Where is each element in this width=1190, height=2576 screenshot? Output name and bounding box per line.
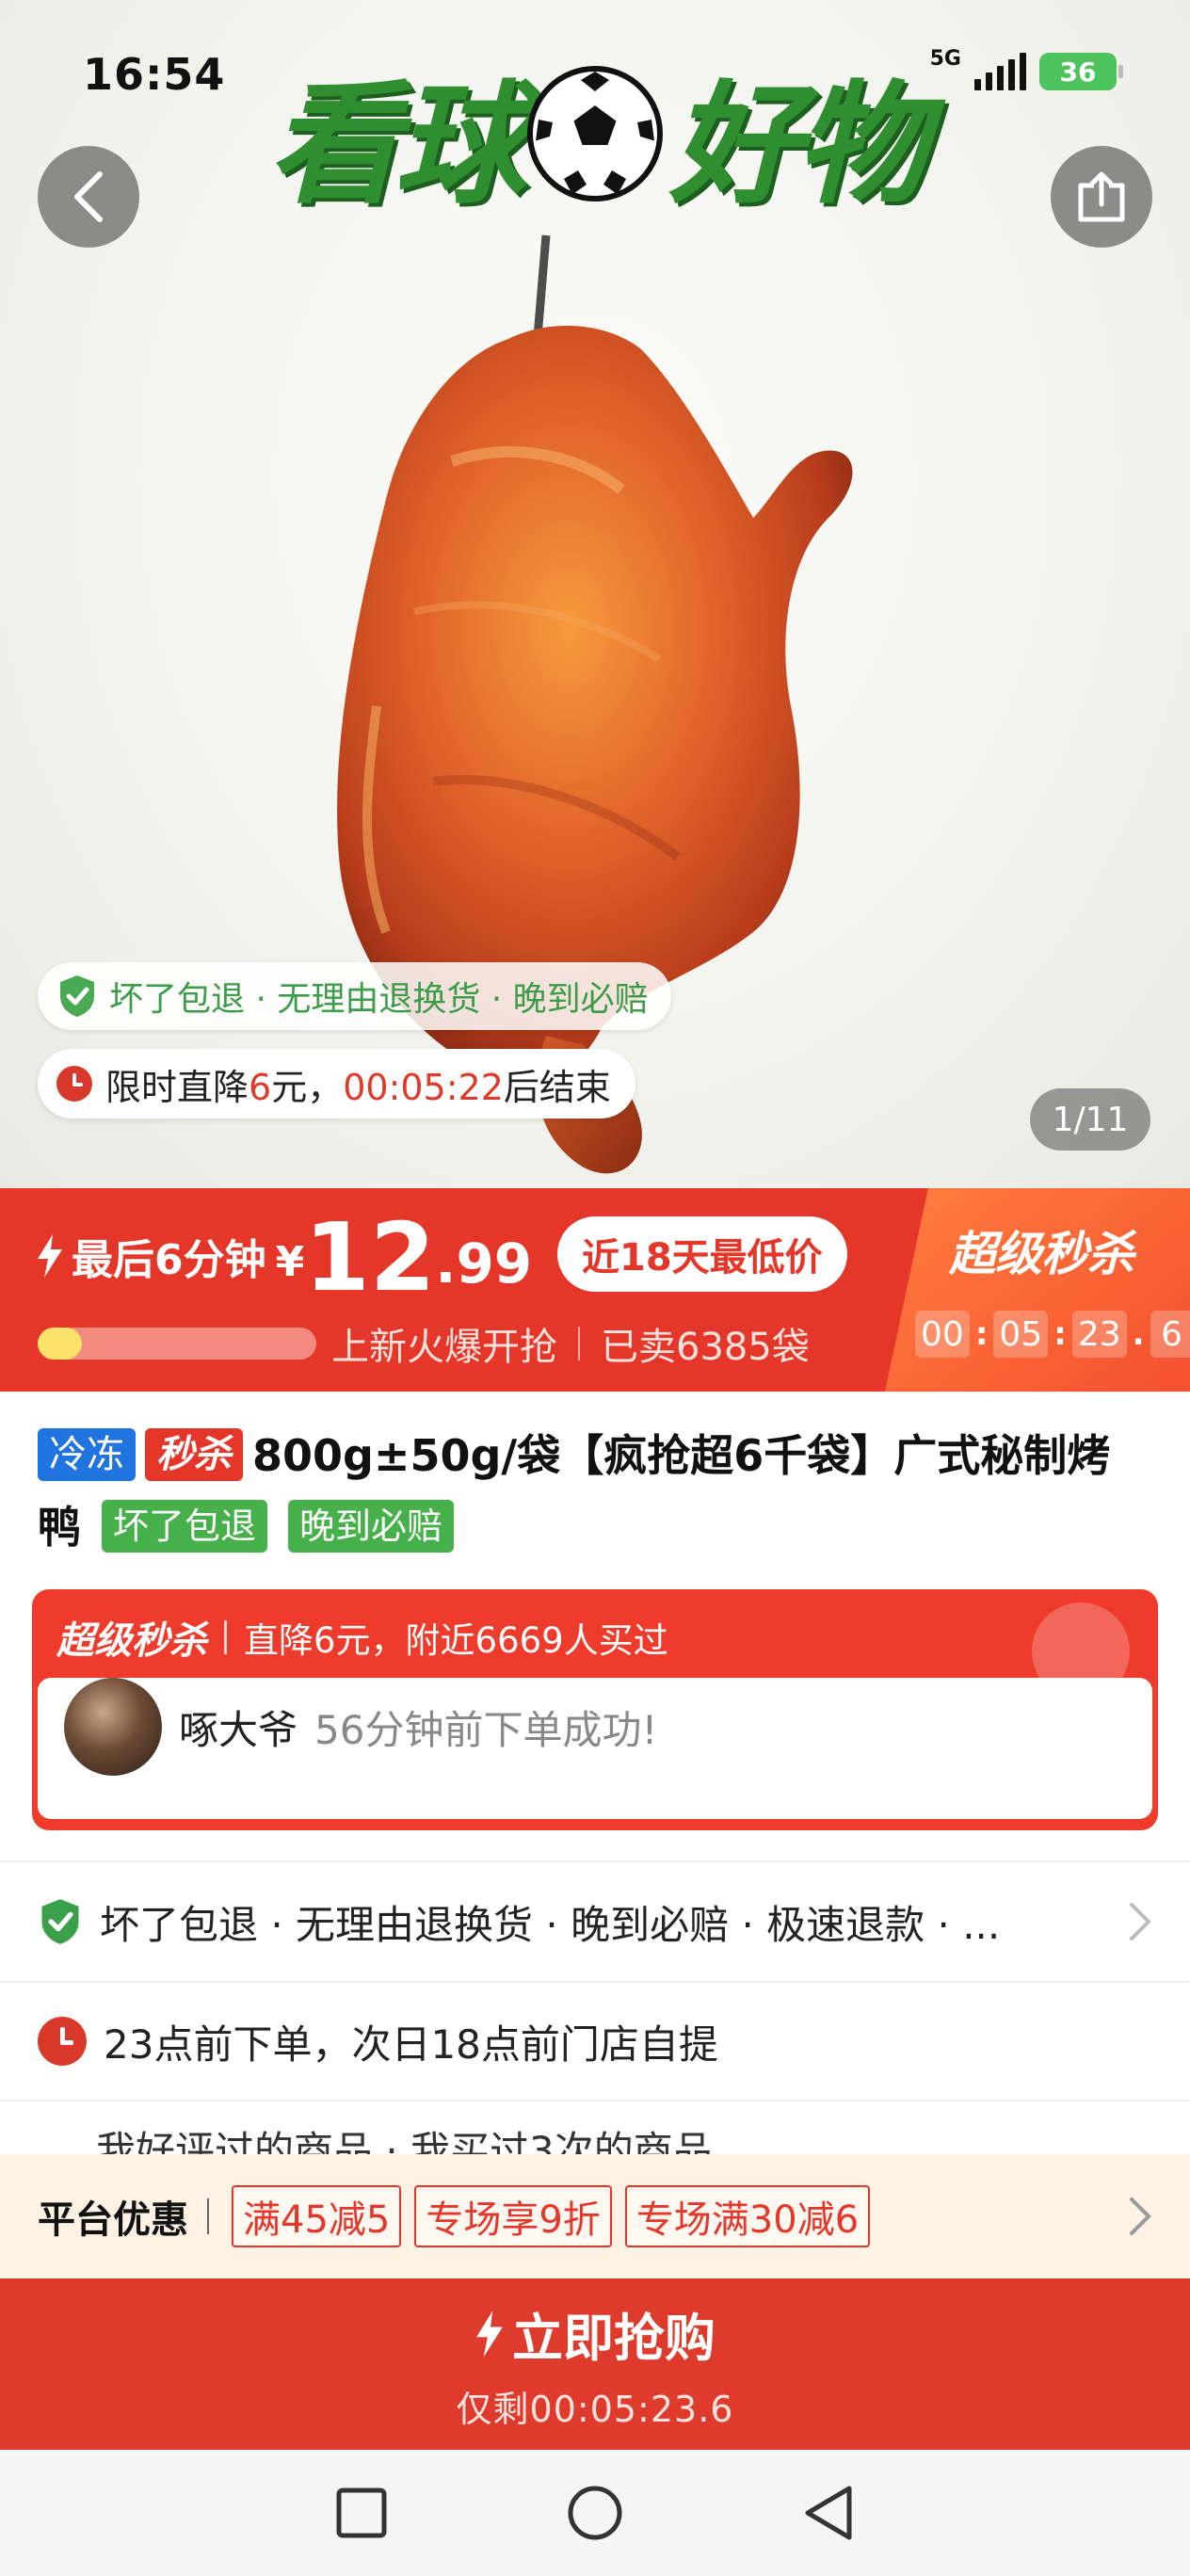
sales-info: 上新火爆开抢 已卖6385袋	[331, 1316, 810, 1371]
chevron-left-icon	[74, 171, 103, 222]
countdown-minutes: 05	[993, 1311, 1049, 1358]
lightning-icon	[476, 2310, 503, 2358]
price-drop-pill: 限时直降6元，00:05:22后结束	[38, 1049, 635, 1119]
home-circle-icon[interactable]	[567, 2485, 623, 2541]
coupon-2[interactable]: 专场享9折	[414, 2185, 612, 2247]
back-button[interactable]	[38, 146, 139, 248]
drop-prefix: 限时直降	[105, 1066, 249, 1108]
banner-text-left: 看球	[267, 68, 526, 222]
tag-flash-sale: 秒杀	[145, 1428, 243, 1481]
shield-check-icon	[60, 975, 94, 1017]
price-row: 最后6分钟 ¥ 12 .99	[36, 1211, 532, 1305]
sales-progress-bar	[38, 1328, 316, 1360]
coupon-3[interactable]: 专场满30减6	[624, 2185, 871, 2247]
flash-countdown: 00 : 05 : 23 . 6	[915, 1311, 1190, 1358]
network-type: 5G	[929, 46, 961, 71]
coupon-1[interactable]: 满45减5	[232, 2185, 402, 2247]
browsed-text: 我好评过的商品 · 我买过3次的商品	[96, 2128, 713, 2154]
currency-symbol: ¥	[275, 1238, 305, 1286]
sold-count: 已卖6385袋	[601, 1326, 810, 1369]
battery-icon: 36	[1039, 53, 1123, 90]
buy-now-button[interactable]: 立即抢购 仅剩00:05:23.6	[0, 2278, 1190, 2450]
last-minutes-text: 最后6分钟	[72, 1236, 266, 1284]
clock-icon	[38, 2017, 87, 2066]
buyer-message: 56分钟前下单成功!	[314, 1706, 658, 1753]
clock-icon	[56, 1066, 92, 1102]
guarantee-pill: 坏了包退 · 无理由退换货 · 晚到必赔	[38, 962, 671, 1030]
super-flash-title: 超级秒杀	[949, 1227, 1134, 1281]
countdown-tenths: 6	[1150, 1311, 1190, 1358]
avatar	[64, 1678, 162, 1776]
sales-hot: 上新火爆开抢	[331, 1326, 557, 1369]
share-button[interactable]	[1051, 146, 1152, 248]
chevron-right-icon	[1130, 1903, 1151, 1940]
buy-label: 立即抢购	[512, 2309, 716, 2368]
deals-divider	[207, 2198, 209, 2234]
kill-logo: 超级秒杀	[56, 1619, 207, 1663]
image-page-indicator: 1/11	[1030, 1088, 1150, 1151]
drop-unit: 元，	[271, 1066, 344, 1108]
browsed-row[interactable]: 我好评过的商品 · 我买过3次的商品	[0, 2101, 1190, 2154]
badge-late: 晚到必赔	[288, 1500, 455, 1553]
service-guarantee-text: 坏了包退 · 无理由退换货 · 晚到必赔 · 极速退款 · ...	[100, 1901, 1001, 1948]
buyer-name: 啄大爷	[179, 1706, 298, 1753]
share-icon	[1078, 171, 1125, 222]
kill-divider	[224, 1620, 227, 1654]
shield-check-icon	[41, 1899, 79, 1944]
badge-return: 坏了包退	[102, 1500, 268, 1553]
kill-card-header: 超级秒杀 直降6元，附近6669人买过	[56, 1610, 668, 1665]
countdown-seconds: 23	[1071, 1311, 1127, 1358]
price-decimal: .99	[435, 1232, 533, 1296]
service-guarantee-row[interactable]: 坏了包退 · 无理由退换货 · 晚到必赔 · 极速退款 · ...	[0, 1860, 1190, 1983]
buy-remaining: 仅剩00:05:23.6	[456, 2389, 734, 2430]
product-title-block: 冷冻 秒杀 800g±50g/袋【疯抢超6千袋】广式秘制烤鸭 坏了包退 晚到必赔	[38, 1420, 1152, 1563]
signal-icon	[974, 53, 1026, 90]
sales-progress-fill	[38, 1328, 83, 1360]
platform-deals-bar[interactable]: 平台优惠 满45减5 专场享9折 专场满30减6	[0, 2154, 1190, 2278]
flash-price-bar: 最后6分钟 ¥ 12 .99 近18天最低价 上新火爆开抢 已卖6385袋 超级…	[0, 1188, 1190, 1392]
lowest-price-badge: 近18天最低价	[557, 1216, 847, 1292]
system-nav-bar	[0, 2450, 1190, 2576]
sales-divider	[578, 1327, 580, 1360]
super-flash-card[interactable]: 超级秒杀 直降6元，附近6669人买过 啄大爷 56分钟前下单成功!	[32, 1589, 1158, 1830]
tag-frozen: 冷冻	[38, 1428, 136, 1481]
pickup-row: 23点前下单，次日18点前门店自提	[0, 1983, 1190, 2101]
back-triangle-icon[interactable]	[802, 2485, 855, 2541]
status-icons: 5G 36	[930, 47, 1123, 90]
last-minutes: 最后6分钟	[36, 1226, 266, 1286]
product-hero-image[interactable]: 16:54 5G 36 看球 好物 坏了包退 · 无理由退换货 · 晚到必赔 限…	[0, 0, 1190, 1188]
countdown-hours: 00	[915, 1311, 970, 1358]
promo-banner: 看球 好物	[256, 40, 934, 228]
drop-timer: 00:05:22	[343, 1066, 504, 1108]
roast-duck-image	[337, 234, 853, 1174]
deals-label: 平台优惠	[38, 2198, 188, 2242]
chevron-right-icon	[1130, 2198, 1151, 2235]
status-time: 16:54	[83, 49, 226, 100]
drop-amount: 6	[249, 1066, 272, 1108]
pickup-text: 23点前下单，次日18点前门店自提	[104, 2021, 718, 2068]
kill-headline: 直降6元，附近6669人买过	[244, 1620, 668, 1661]
recents-square-icon[interactable]	[335, 2487, 388, 2539]
guarantee-text: 坏了包退 · 无理由退换货 · 晚到必赔	[109, 980, 649, 1019]
price-integer: 12	[304, 1202, 436, 1312]
buy-main: 立即抢购	[474, 2296, 716, 2371]
buyer-row: 啄大爷 56分钟前下单成功!	[64, 1678, 657, 1776]
lightning-icon	[38, 1234, 62, 1278]
drop-suffix: 后结束	[503, 1066, 611, 1108]
soccer-ball-icon	[527, 66, 663, 201]
buyer-feed: 啄大爷 56分钟前下单成功!	[38, 1678, 1152, 1819]
banner-text-right: 好物	[669, 68, 927, 222]
